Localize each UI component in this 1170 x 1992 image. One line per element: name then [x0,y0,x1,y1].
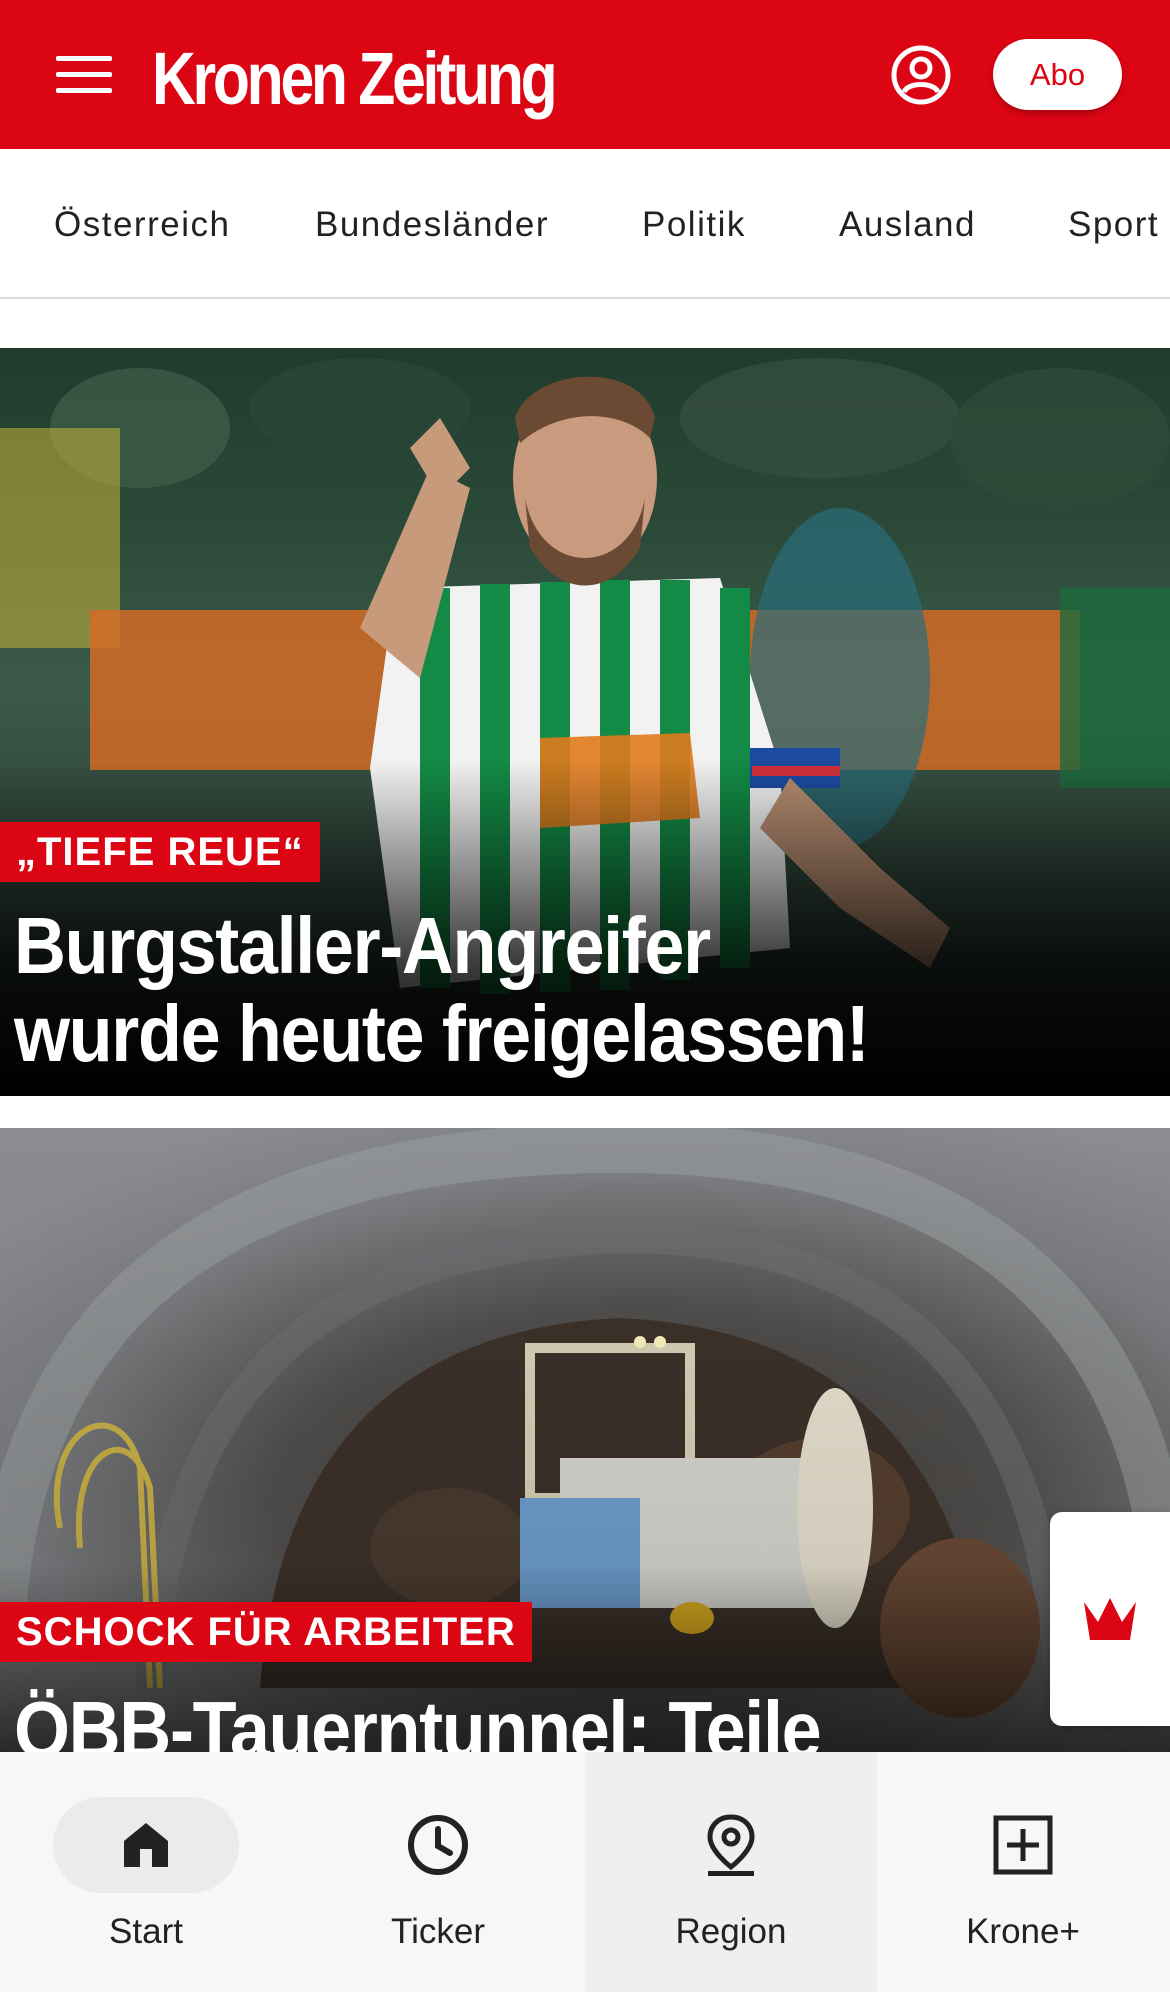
bottom-nav-label: Start [109,1912,183,1951]
krone-plus-floating-button[interactable] [1050,1512,1170,1726]
home-icon [124,1823,168,1867]
logo[interactable]: Kronen Zeitung [152,34,558,124]
nav-item-politik[interactable]: Politik [642,205,746,245]
bottom-nav-label: Region [675,1912,787,1951]
location-pin-icon-wrap [638,1797,824,1893]
bottom-navigation: Start Ticker Region Krone+ [0,1752,1170,1992]
abo-button[interactable]: Abo [993,39,1122,110]
article-headline-line1: ÖBB-Tauerntunnel: Teile [14,1685,822,1753]
user-account-icon[interactable] [890,44,952,106]
app-header: Kronen Zeitung Abo [0,0,1170,149]
clock-icon-wrap [345,1797,531,1893]
clock-icon [408,1815,468,1875]
article-kicker: „TIEFE REUE“ [0,822,320,882]
bottom-nav-ticker[interactable]: Ticker [292,1752,584,1992]
article-headline-line1: Burgstaller-Angreifer [14,901,711,990]
article-headline-line2: wurde heute freigelassen! [14,989,870,1078]
plus-box-icon [993,1815,1053,1875]
bottom-nav-region[interactable]: Region [585,1752,877,1992]
home-icon-wrap [53,1797,239,1893]
menu-icon[interactable] [56,56,112,94]
article-card[interactable]: „TIEFE REUE“ Burgstaller-Angreifer wurde… [0,348,1170,1096]
bottom-nav-label: Ticker [391,1912,485,1951]
plus-box-icon-wrap [930,1797,1116,1893]
nav-item-sport[interactable]: Sport [1068,205,1159,245]
bottom-nav-label: Krone+ [966,1912,1080,1951]
article-card[interactable]: SCHOCK FÜR ARBEITER ÖBB-Tauerntunnel: Te… [0,1128,1170,1752]
category-nav: Österreich Bundesländer Politik Ausland … [0,149,1170,299]
bottom-nav-start[interactable]: Start [0,1752,292,1992]
nav-item-ausland[interactable]: Ausland [839,205,976,245]
nav-item-oesterreich[interactable]: Österreich [54,205,230,245]
nav-item-bundeslaender[interactable]: Bundesländer [315,205,549,245]
article-kicker: SCHOCK FÜR ARBEITER [0,1602,532,1662]
bottom-nav-krone-plus[interactable]: Krone+ [877,1752,1169,1992]
location-pin-icon [707,1814,755,1876]
crown-icon [1084,1598,1136,1640]
